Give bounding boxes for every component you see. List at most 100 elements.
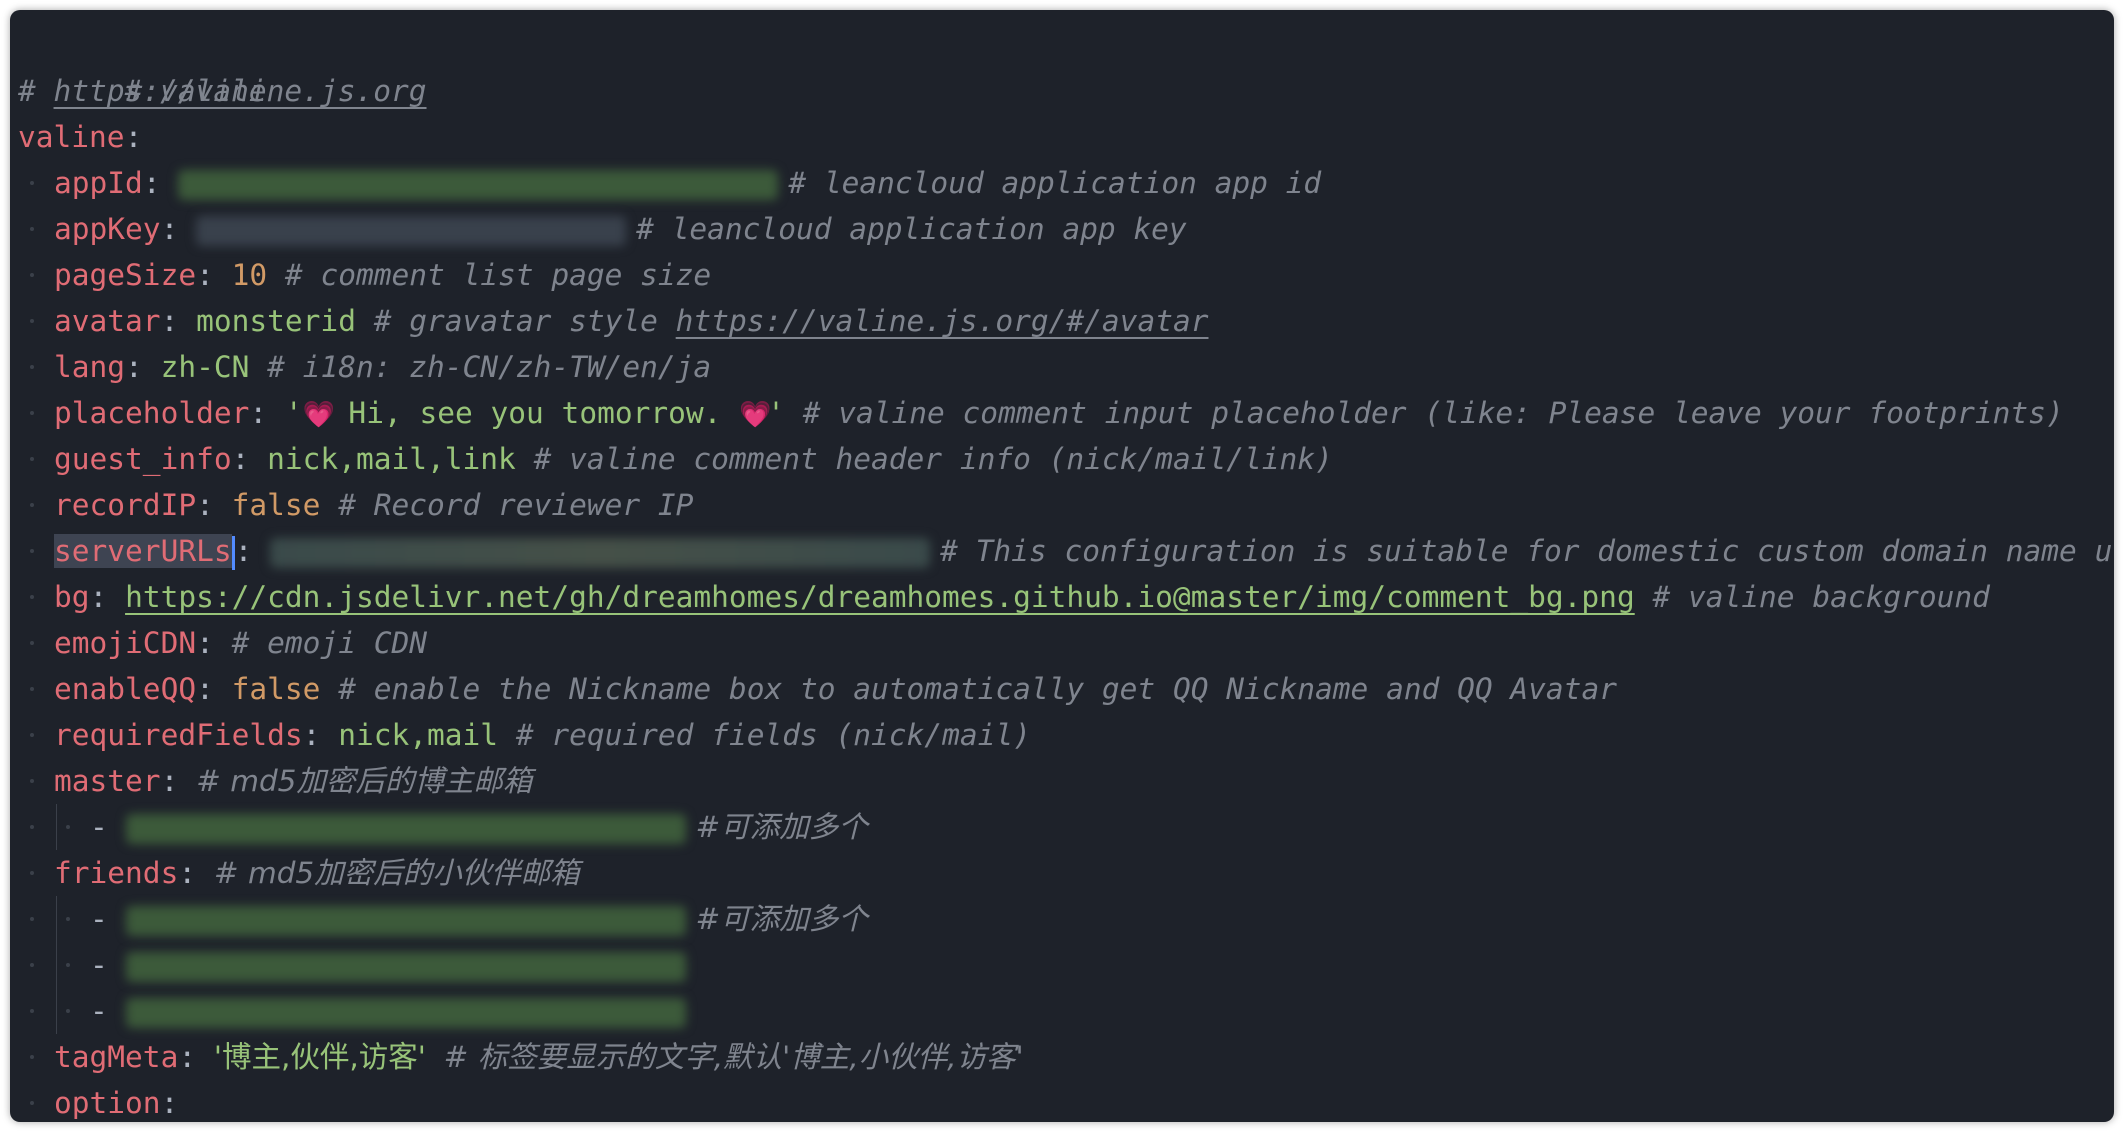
comment: # gravatar style <box>373 304 676 338</box>
code-line[interactable]: master: # md5加密后的博主邮箱 <box>18 758 2114 804</box>
code-line[interactable]: - #可添加多个 <box>18 804 2114 850</box>
yaml-value: monsterid <box>196 304 356 338</box>
comment: # 标签要显示的文字,默认'博主,小伙伴,访客' <box>443 1040 1024 1074</box>
indent-guide <box>18 666 54 712</box>
code-line[interactable]: avatar: monsterid # gravatar style https… <box>18 298 2114 344</box>
yaml-value: zh-CN <box>160 350 250 384</box>
comment: #可添加多个 <box>695 902 868 936</box>
colon: : <box>302 718 321 752</box>
indent-guide <box>54 804 90 850</box>
yaml-key: placeholder <box>54 396 250 430</box>
comment: # comment list page size <box>284 258 712 292</box>
code-line[interactable]: - <box>18 988 2114 1034</box>
yaml-url-value[interactable]: https://cdn.jsdelivr.net/gh/dreamhomes/d… <box>125 580 1635 614</box>
colon: : <box>160 304 179 338</box>
string-quote: ' <box>284 396 303 430</box>
redacted-value <box>125 905 686 936</box>
code-line[interactable]: # valine <box>18 22 2114 108</box>
redacted-value <box>125 813 686 844</box>
colon: : <box>178 1040 197 1074</box>
comment-link[interactable]: https://valine.js.org/#/avatar <box>676 304 1209 338</box>
indent-guide <box>18 436 54 482</box>
code-line[interactable]: placeholder: '💗 Hi, see you tomorrow. 💗'… <box>18 390 2114 436</box>
list-dash: - <box>90 948 108 982</box>
code-line[interactable]: serverURLs: # This configuration is suit… <box>18 528 2114 574</box>
colon: : <box>160 1086 179 1120</box>
indent-guide <box>54 988 90 1034</box>
code-line[interactable]: recordIP: false # Record reviewer IP <box>18 482 2114 528</box>
list-dash: - <box>90 902 108 936</box>
code-line[interactable]: appId: # leancloud application app id <box>18 160 2114 206</box>
yaml-key: guest_info <box>54 442 232 476</box>
comment-link[interactable]: https://valine.js.org <box>54 74 427 108</box>
yaml-key: lang <box>54 350 126 384</box>
comment: # valine comment input placeholder (like… <box>802 396 2064 430</box>
heart-emoji-icon: 💗 <box>739 399 772 430</box>
code-line[interactable]: enableQQ: false # enable the Nickname bo… <box>18 666 2114 712</box>
yaml-boolean: false <box>231 488 321 522</box>
comment: # enable the Nickname box to automatical… <box>338 672 1617 706</box>
code-line[interactable]: - #可添加多个 <box>18 896 2114 942</box>
code-line[interactable]: pageSize: 10 # comment list page size <box>18 252 2114 298</box>
string-quote: ' <box>767 396 785 430</box>
colon: : <box>124 120 143 154</box>
colon: : <box>234 534 253 568</box>
code-line[interactable]: emojiCDN: # emoji CDN <box>18 620 2114 666</box>
yaml-number: 10 <box>231 258 268 292</box>
indent-guide <box>18 620 54 666</box>
list-dash: - <box>90 994 108 1028</box>
yaml-key: pageSize <box>54 258 197 292</box>
code-line[interactable]: - <box>18 942 2114 988</box>
colon: : <box>196 488 214 522</box>
comment: # i18n: zh-CN/zh-TW/en/ja <box>267 350 712 384</box>
heart-emoji-icon: 💗 <box>302 399 336 430</box>
comment: # <box>18 74 54 108</box>
redacted-value <box>196 215 627 246</box>
indent-guide <box>54 896 90 942</box>
code-line[interactable]: appKey: # leancloud application app key <box>18 206 2114 252</box>
indent-guide <box>18 1080 54 1122</box>
indent-guide <box>18 160 54 206</box>
colon: : <box>196 258 214 292</box>
indent-guide <box>18 758 54 804</box>
code-line[interactable]: guest_info: nick,mail,link # valine comm… <box>18 436 2114 482</box>
indent-guide <box>18 850 54 896</box>
indent-guide <box>54 942 90 988</box>
code-line[interactable]: friends: # md5加密后的小伙伴邮箱 <box>18 850 2114 896</box>
yaml-key: friends <box>54 856 179 890</box>
redacted-value <box>270 537 931 568</box>
indent-guide <box>18 298 54 344</box>
indent-guide <box>18 390 54 436</box>
indent-guide <box>18 344 54 390</box>
code-line[interactable]: # https://valine.js.org <box>18 68 2114 114</box>
indent-guide <box>18 528 54 574</box>
code-line[interactable]: tagMeta: '博主,伙伴,访客' # 标签要显示的文字,默认'博主,小伙伴… <box>18 1034 2114 1080</box>
comment: # md5加密后的博主邮箱 <box>196 764 533 798</box>
yaml-key: valine <box>18 120 125 154</box>
indent-guide <box>18 1034 54 1080</box>
code-line[interactable]: option: <box>18 1080 2114 1122</box>
colon: : <box>160 764 179 798</box>
code-line[interactable]: valine: <box>18 114 2114 160</box>
colon: : <box>178 856 197 890</box>
colon: : <box>89 580 108 614</box>
colon: : <box>231 442 250 476</box>
code-content[interactable]: # valine # https://valine.js.org valine:… <box>18 22 2114 1122</box>
code-line[interactable]: lang: zh-CN # i18n: zh-CN/zh-TW/en/ja <box>18 344 2114 390</box>
colon: : <box>249 396 268 430</box>
colon: : <box>196 672 214 706</box>
yaml-key: master <box>54 764 161 798</box>
code-line[interactable]: bg: https://cdn.jsdelivr.net/gh/dreamhom… <box>18 574 2114 620</box>
redacted-value <box>178 169 779 200</box>
colon: : <box>142 166 161 200</box>
indent-guide <box>18 252 54 298</box>
yaml-key: appKey <box>54 212 161 246</box>
comment: # valine comment header info (nick/mail/… <box>533 442 1333 476</box>
indent-guide <box>18 988 54 1034</box>
yaml-key: requiredFields <box>54 718 303 752</box>
code-editor[interactable]: # valine # https://valine.js.org valine:… <box>10 10 2114 1122</box>
yaml-string: '博主,伙伴,访客' <box>213 1040 426 1074</box>
comment: # leancloud application app id <box>788 166 1322 200</box>
colon: : <box>196 626 214 660</box>
code-line[interactable]: requiredFields: nick,mail # required fie… <box>18 712 2114 758</box>
